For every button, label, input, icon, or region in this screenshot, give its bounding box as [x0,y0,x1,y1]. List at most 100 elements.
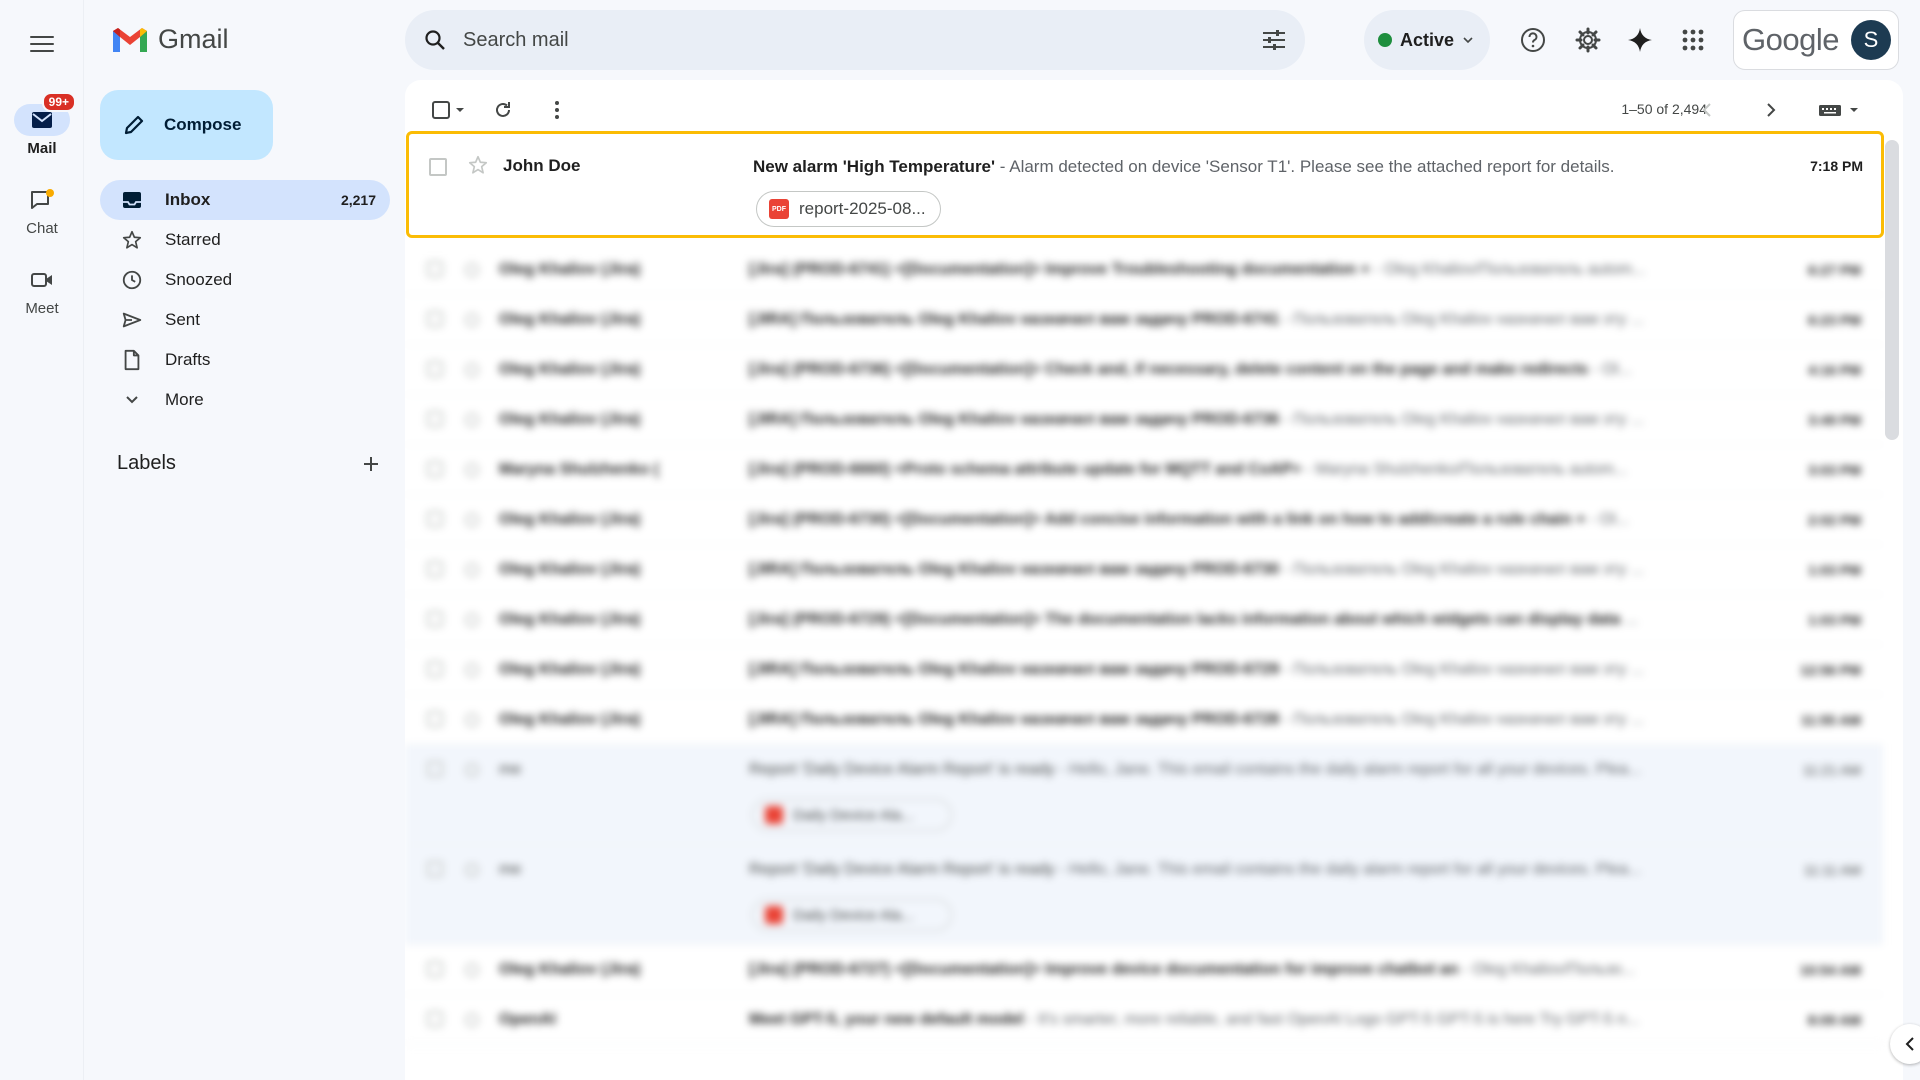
row-checkbox[interactable] [427,261,443,277]
row-checkbox[interactable] [427,611,443,627]
rail-item-chat[interactable]: Chat [0,184,84,237]
status-selector[interactable]: Active [1364,10,1490,70]
help-icon [1521,28,1545,52]
pdf-icon [765,906,783,924]
email-subject: Meet GPT-5, your new default model [749,1011,1024,1028]
row-checkbox[interactable] [427,1011,443,1027]
account-switcher[interactable]: Google S [1733,10,1899,70]
star-icon[interactable] [465,463,479,477]
search-input[interactable]: Search mail [463,29,1261,52]
row-checkbox[interactable] [427,311,443,327]
keyboard-icon [1819,105,1858,116]
newer-button[interactable] [1751,90,1791,130]
email-row[interactable]: Oleg Khaliov (Jira) [Jira] (PROD-6736) <[… [405,345,1883,395]
email-time: 1:03 PM [1808,612,1861,628]
nav-item-drafts[interactable]: Drafts [100,340,390,380]
select-all-checkbox[interactable] [425,90,473,130]
rail-item-mail[interactable]: 99+ Mail [0,92,84,157]
input-tools-button[interactable] [1815,90,1865,130]
email-snippet: ... [1620,611,1639,628]
row-checkbox[interactable] [427,361,443,377]
row-checkbox[interactable] [427,961,443,977]
star-icon[interactable] [465,413,479,427]
attachment-chip[interactable]: Daily Device Ala... [752,799,952,831]
list-scrollbar[interactable] [1885,140,1899,440]
rail-item-meet[interactable]: Meet [0,264,84,317]
star-icon[interactable] [465,1013,479,1027]
email-sender: me [499,761,522,778]
attachment-chip[interactable]: Daily Device Ala... [752,899,952,931]
star-icon[interactable] [465,313,479,327]
nav-item-more[interactable]: More [100,380,390,420]
star-icon [122,230,142,249]
email-time: 11:21 AM [1802,762,1861,778]
star-icon[interactable] [465,863,479,877]
email-row[interactable]: Oleg Khaliov (Jira) [Jira] (PROD-6730) <[… [405,495,1883,545]
email-row[interactable]: Oleg Khaliov (Jira) [JIRA] Пользователь O… [405,645,1883,695]
star-icon[interactable] [465,263,479,277]
email-time: 7:18 PM [1810,158,1863,174]
email-row[interactable]: Oleg Khaliov (Jira) [JIRA] Пользователь O… [405,695,1883,745]
email-row[interactable]: Oleg Khaliov (Jira) [Jira] (PROD-6729) <[… [405,595,1883,645]
rail-label-chat: Chat [26,220,58,237]
compose-label: Compose [164,115,242,134]
highlighted-email-row[interactable]: John Doe New alarm 'High Temperature' - … [406,131,1884,238]
nav-item-starred[interactable]: Starred [100,220,390,260]
email-subject: [Jira] (PROD-6736) <[Documentation]> Che… [749,361,1589,378]
apps-button[interactable] [1673,20,1713,60]
email-row[interactable]: me Report 'Daily Device Alarm Report' is … [405,845,1883,945]
row-checkbox[interactable] [427,711,443,727]
chevron-left-icon [1905,1037,1914,1051]
star-icon[interactable] [465,713,479,727]
row-checkbox[interactable] [427,461,443,477]
email-row[interactable]: Oleg Khaliov (Jira) [JIRA] Пользователь O… [405,295,1883,345]
search-options-icon[interactable] [1261,28,1287,52]
gemini-button[interactable] [1620,20,1660,60]
pdf-icon: PDF [769,199,789,219]
compose-button[interactable]: Compose [100,90,273,160]
row-checkbox[interactable] [429,158,447,176]
star-icon[interactable] [467,154,489,176]
older-button[interactable] [1687,90,1727,130]
email-row[interactable]: Oleg Khaliov (Jira) [JIRA] Пользователь O… [405,545,1883,595]
row-checkbox[interactable] [427,661,443,677]
message-list-panel: 1–50 of 2,494 John Doe New alarm 'High T… [405,80,1903,1080]
nav-label: More [165,390,204,409]
gmail-m-icon [113,27,147,52]
refresh-button[interactable] [483,90,523,130]
row-checkbox[interactable] [427,761,443,777]
email-subject: [Jira] (PROD-6730) <[Documentation]> Add… [749,511,1586,528]
star-icon[interactable] [465,963,479,977]
star-icon[interactable] [465,763,479,777]
star-icon[interactable] [465,613,479,627]
email-row[interactable]: Maryna Shulzhenko ([Jira] (PROD-6660) <P… [405,445,1883,495]
main-menu-icon[interactable] [22,24,62,64]
search-icon[interactable] [423,28,447,52]
attachment-chip[interactable]: PDF report-2025-08... [756,191,941,227]
star-icon[interactable] [465,513,479,527]
email-row[interactable]: Oleg Khaliov (Jira) [Jira] (PROD-6741) <[… [405,245,1883,295]
row-checkbox[interactable] [427,561,443,577]
email-row[interactable]: Oleg Khaliov (Jira) [Jira] (PROD-6727) <[… [405,945,1883,995]
gmail-logo[interactable]: Gmail [110,24,229,55]
avatar[interactable]: S [1850,20,1891,60]
star-icon[interactable] [465,663,479,677]
email-row[interactable]: Oleg Khaliov (Jira) [JIRA] Пользователь O… [405,395,1883,445]
add-label-icon[interactable] [361,454,381,474]
star-icon[interactable] [465,363,479,377]
email-time: 10:54 AM [1800,962,1861,978]
nav-item-inbox[interactable]: Inbox 2,217 [100,180,390,220]
email-row[interactable]: OpenAI Meet GPT-5, your new default model… [405,995,1883,1045]
nav-item-snoozed[interactable]: Snoozed [100,260,390,300]
row-checkbox[interactable] [427,511,443,527]
row-checkbox[interactable] [427,411,443,427]
nav-item-sent[interactable]: Sent [100,300,390,340]
settings-button[interactable] [1568,20,1608,60]
support-button[interactable] [1513,20,1553,60]
star-icon[interactable] [465,563,479,577]
send-icon [122,312,142,328]
more-actions-button[interactable] [537,90,577,130]
email-time: 3:49 PM [1808,412,1861,428]
email-row[interactable]: me Report 'Daily Device Alarm Report' is … [405,745,1883,845]
row-checkbox[interactable] [427,861,443,877]
